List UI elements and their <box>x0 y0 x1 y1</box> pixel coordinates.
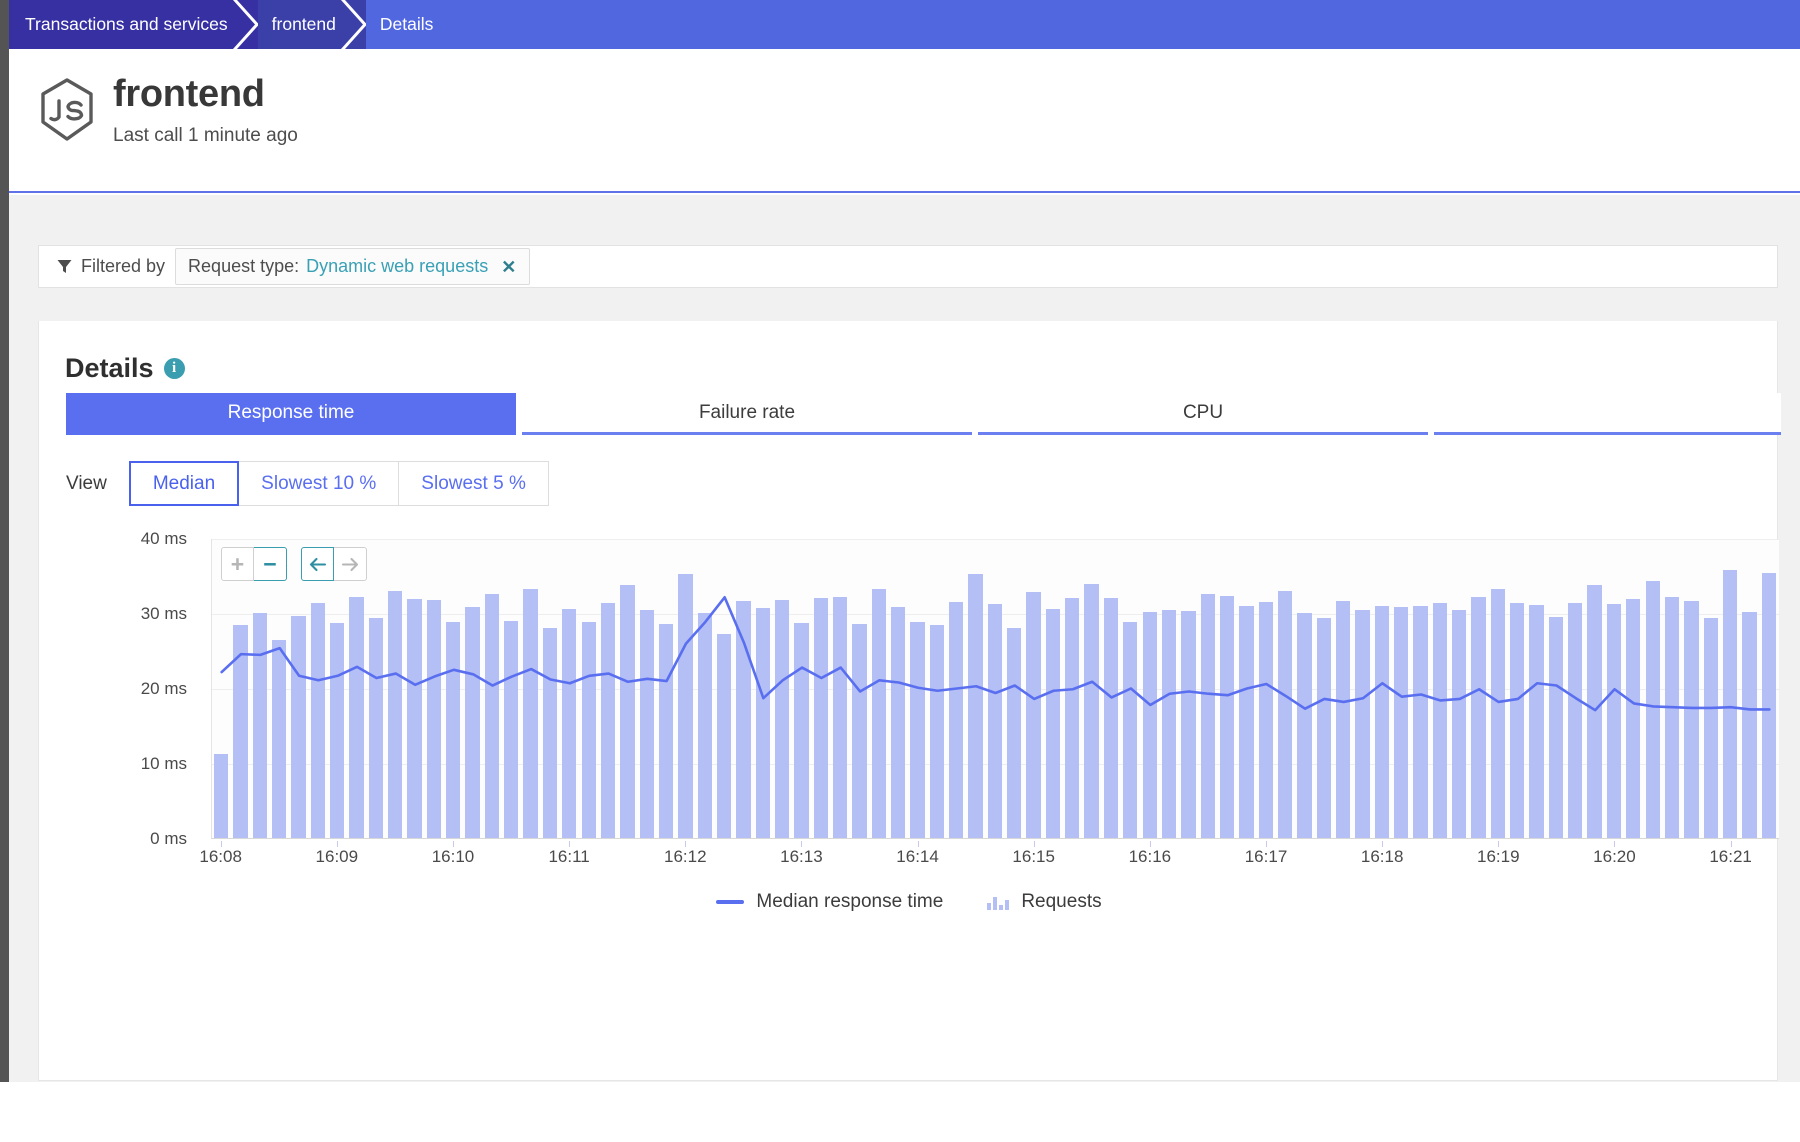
chart-pan-pair <box>301 547 367 581</box>
y-axis-tick-label: 20 ms <box>141 679 187 699</box>
breadcrumb-chevron-icon <box>341 0 367 49</box>
legend-item-requests[interactable]: Requests <box>987 891 1101 913</box>
filter-bar: Filtered by Request type: Dynamic web re… <box>38 245 1778 288</box>
view-label: View <box>66 473 107 495</box>
close-icon[interactable]: ✕ <box>501 258 516 276</box>
view-option-median[interactable]: Median <box>129 461 239 506</box>
view-option-slowest-5[interactable]: Slowest 5 % <box>399 461 549 506</box>
x-axis-tick-label: 16:13 <box>780 847 823 867</box>
nodejs-js-icon <box>37 77 97 143</box>
y-axis-tick-label: 30 ms <box>141 604 187 624</box>
chart-plot-area[interactable] <box>211 539 1779 839</box>
breadcrumb-item-transactions[interactable]: Transactions and services <box>9 0 258 49</box>
y-axis-tick-label: 0 ms <box>150 829 187 849</box>
chart-line-series <box>212 539 1779 838</box>
breadcrumb: Transactions and services frontend Detai… <box>9 0 1800 49</box>
arrow-right-icon <box>341 556 360 573</box>
left-sidebar-rail <box>0 0 9 1082</box>
tab-overflow[interactable] <box>1434 393 1781 435</box>
details-title: Details <box>65 353 154 384</box>
x-axis-tick-label: 16:18 <box>1361 847 1404 867</box>
details-tabs: Response time Failure rate CPU <box>66 393 1781 435</box>
breadcrumb-label: Details <box>380 14 434 35</box>
view-option-label: Slowest 5 % <box>421 473 526 495</box>
line-swatch-icon <box>716 900 744 904</box>
x-axis-tick-label: 16:09 <box>316 847 359 867</box>
filter-label: Filtered by <box>81 256 165 277</box>
details-card: Details i Response time Failure rate CPU… <box>38 321 1778 1081</box>
tab-label: CPU <box>1183 402 1223 424</box>
response-time-chart: + − <box>39 539 1779 959</box>
x-axis-tick-label: 16:12 <box>664 847 707 867</box>
x-axis-tick-label: 16:15 <box>1012 847 1055 867</box>
y-axis-tick-label: 40 ms <box>141 529 187 549</box>
zoom-out-button[interactable]: − <box>254 547 287 581</box>
breadcrumb-item-frontend[interactable]: frontend <box>258 0 366 49</box>
tab-cpu[interactable]: CPU <box>978 393 1428 435</box>
view-option-slowest-10[interactable]: Slowest 10 % <box>239 461 399 506</box>
legend-label: Median response time <box>756 891 943 913</box>
breadcrumb-label: frontend <box>272 14 336 35</box>
breadcrumb-item-details[interactable]: Details <box>366 0 1800 49</box>
x-axis-tick-label: 16:14 <box>896 847 939 867</box>
legend-label: Requests <box>1021 891 1101 913</box>
legend-item-median-response-time[interactable]: Median response time <box>716 891 943 913</box>
breadcrumb-chevron-icon <box>233 0 259 49</box>
y-axis-tick-label: 10 ms <box>141 754 187 774</box>
x-axis-tick-label: 16:21 <box>1709 847 1752 867</box>
x-axis-tick-label: 16:20 <box>1593 847 1636 867</box>
last-call-status: Last call 1 minute ago <box>113 125 298 147</box>
x-axis-tick-label: 16:08 <box>199 847 242 867</box>
chart-zoom-controls: + − <box>221 547 367 581</box>
filter-chip-request-type[interactable]: Request type: Dynamic web requests ✕ <box>175 248 530 285</box>
page-title: frontend <box>113 75 298 113</box>
minus-icon: − <box>263 553 276 576</box>
chart-x-axis: 16:0816:0916:1016:1116:1216:1316:1416:15… <box>211 841 1779 875</box>
view-option-label: Slowest 10 % <box>261 473 376 495</box>
x-axis-tick-label: 16:17 <box>1245 847 1288 867</box>
tab-label: Failure rate <box>699 402 795 424</box>
tab-failure-rate[interactable]: Failure rate <box>522 393 972 435</box>
zoom-in-button[interactable]: + <box>221 547 254 581</box>
x-axis-tick-label: 16:19 <box>1477 847 1520 867</box>
view-toggle-row: View Median Slowest 10 % Slowest 5 % <box>66 461 549 506</box>
tab-label: Response time <box>228 402 355 424</box>
bars-swatch-icon <box>987 894 1009 910</box>
page-header: frontend Last call 1 minute ago <box>9 49 1800 193</box>
info-icon[interactable]: i <box>164 358 185 379</box>
chart-legend: Median response time Requests <box>39 891 1779 913</box>
filter-chip-key: Request type: <box>188 256 299 277</box>
chart-y-axis: 0 ms10 ms20 ms30 ms40 ms <box>39 539 199 839</box>
x-axis-tick-label: 16:16 <box>1129 847 1172 867</box>
funnel-icon <box>57 259 72 274</box>
view-segmented-control: Median Slowest 10 % Slowest 5 % <box>129 461 549 506</box>
plus-icon: + <box>231 553 244 576</box>
x-axis-tick-label: 16:11 <box>548 847 589 867</box>
arrow-left-icon <box>308 556 327 573</box>
tab-response-time[interactable]: Response time <box>66 393 516 435</box>
pan-right-button[interactable] <box>334 547 367 581</box>
app-root: Transactions and services frontend Detai… <box>0 0 1800 1142</box>
chart-zoom-pair: + − <box>221 547 287 581</box>
details-header: Details i <box>39 321 1777 384</box>
pan-left-button[interactable] <box>301 547 334 581</box>
x-axis-tick-label: 16:10 <box>432 847 475 867</box>
filter-chip-value: Dynamic web requests <box>306 256 488 277</box>
view-option-label: Median <box>153 473 215 495</box>
breadcrumb-label: Transactions and services <box>25 14 228 35</box>
